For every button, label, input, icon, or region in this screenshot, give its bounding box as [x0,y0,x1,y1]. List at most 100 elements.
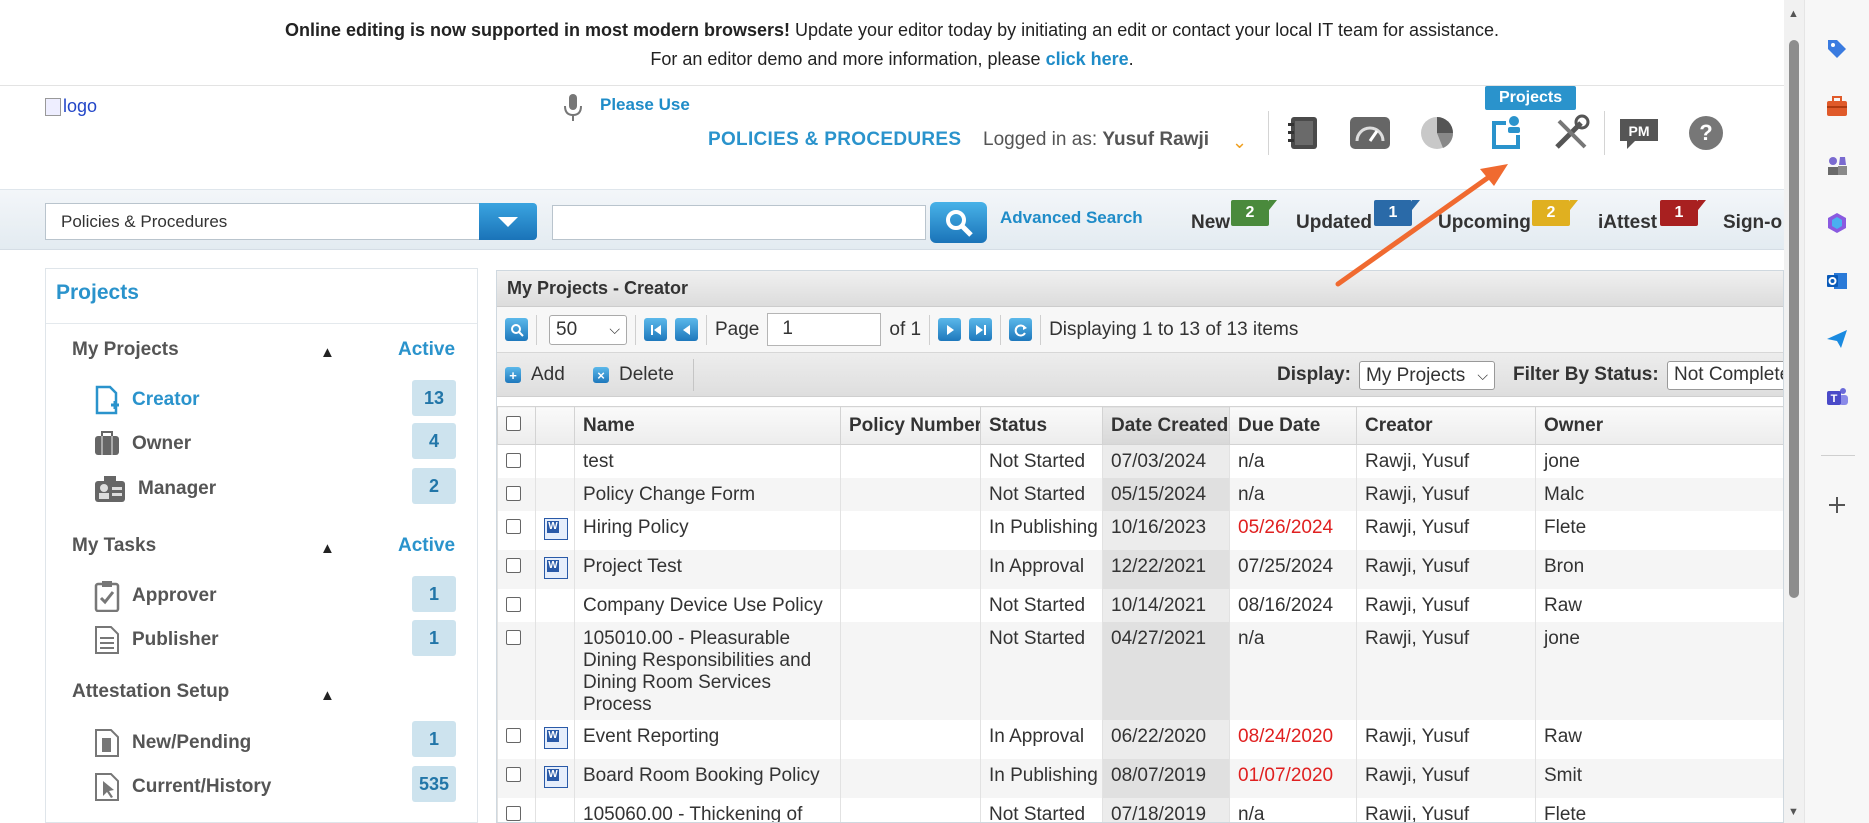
grid-search-button[interactable] [505,318,528,341]
table-row[interactable]: Policy Change Form Not Started 05/15/2024 n… [497,478,1783,511]
word-document-icon[interactable]: W [544,557,568,579]
row-checkbox[interactable] [506,486,521,501]
page-number-input[interactable]: 1 [767,313,882,346]
logo[interactable]: logo [45,96,97,117]
please-use-link[interactable]: Please Use [600,95,690,115]
row-status: Not Started [980,478,1103,511]
table-row[interactable]: 105010.00 - Pleasurable Dining Responsib… [497,622,1783,720]
column-header-status[interactable]: Status [980,406,1103,445]
word-document-icon[interactable]: W [544,727,568,749]
first-page-button[interactable] [644,318,667,341]
category-iattest[interactable]: 1 iAttest [1598,200,1706,234]
user-menu-chevron-icon[interactable]: ⌄ [1232,132,1247,153]
row-name[interactable]: 105060.00 - Thickening of Fluids [574,798,841,822]
collapse-triangle-icon[interactable]: ▲ [320,687,335,704]
sidebar-item-publisher[interactable]: Publisher [94,622,219,658]
pm-chat-icon[interactable]: PM [1605,108,1672,158]
word-document-icon[interactable]: W [544,766,568,788]
row-checkbox[interactable] [506,728,521,743]
sidebar-item-manager[interactable]: Manager [94,471,216,507]
next-page-button[interactable] [938,318,962,341]
row-checkbox[interactable] [506,630,521,645]
table-row[interactable]: W Event Reporting In Approval 06/22/2020 08/… [497,720,1783,759]
row-checkbox[interactable] [506,519,521,534]
page-scrollbar[interactable]: ▲ ▼ [1784,0,1804,823]
row-name[interactable]: Hiring Policy [574,511,841,550]
category-sign-off[interactable]: Sign-o [1723,212,1784,234]
click-here-link[interactable]: click here [1046,49,1129,69]
scroll-down-icon[interactable]: ▼ [1788,806,1799,818]
table-row[interactable]: W Hiring Policy In Publishing 10/16/2023 05/… [497,511,1783,550]
row-checkbox-cell[interactable] [497,720,536,759]
row-checkbox-cell[interactable] [497,622,536,720]
row-checkbox-cell[interactable] [497,589,536,622]
row-checkbox-cell[interactable] [497,759,536,798]
select-all-checkbox-cell[interactable] [497,406,536,445]
table-row[interactable]: Company Device Use Policy Not Started 10/1… [497,589,1783,622]
scroll-up-icon[interactable]: ▲ [1788,8,1799,20]
row-checkbox[interactable] [506,806,521,821]
table-row[interactable]: W Project Test In Approval 12/22/2021 07/25/… [497,550,1783,589]
search-scope-select[interactable]: Policies & Procedures [45,203,481,240]
plus-icon[interactable] [1822,490,1852,520]
row-name[interactable]: Company Device Use Policy [574,589,841,622]
chess-icon[interactable] [1822,150,1852,180]
search-button[interactable] [930,202,987,243]
scrollbar-thumb[interactable] [1789,40,1799,598]
sidebar-item-current-history[interactable]: Current/History [94,769,271,805]
help-icon[interactable]: ? [1672,108,1739,158]
row-checkbox[interactable] [506,767,521,782]
row-checkbox[interactable] [506,597,521,612]
microphone-icon[interactable] [562,92,584,124]
column-header-policy-number[interactable]: Policy Number [840,406,981,445]
tag-icon[interactable] [1822,34,1852,64]
filter-status-select[interactable]: Not Complete [1667,361,1783,390]
delete-button[interactable]: × Delete [593,364,674,386]
row-name[interactable]: Event Reporting [574,720,841,759]
send-icon[interactable] [1822,324,1852,354]
scope-dropdown-button[interactable] [479,203,537,240]
column-header-name[interactable]: Name [574,406,841,445]
prev-page-button[interactable] [675,318,698,341]
row-name[interactable]: Policy Change Form [574,478,841,511]
sidebar-item-approver[interactable]: Approver [94,578,216,614]
row-checkbox-cell[interactable] [497,550,536,589]
display-select[interactable]: My Projects ⌵ [1359,361,1495,390]
column-header-owner[interactable]: Owner [1535,406,1783,445]
last-page-button[interactable] [969,318,993,341]
column-header-creator[interactable]: Creator [1356,406,1536,445]
row-checkbox-cell[interactable] [497,798,536,822]
search-input[interactable] [552,205,926,240]
tools-icon[interactable] [1537,108,1604,158]
outlook-icon[interactable] [1822,266,1852,296]
row-name[interactable]: test [574,444,841,478]
column-header-due-date[interactable]: Due Date [1229,406,1357,445]
copilot-icon[interactable] [1822,208,1852,238]
sidebar-item-new-pending[interactable]: New/Pending [94,725,251,761]
row-name[interactable]: Board Room Booking Policy [574,759,841,798]
page-size-select[interactable]: 50 ⌵ [549,314,627,345]
table-row[interactable]: test Not Started 07/03/2024 n/a Rawji, Yusuf… [497,444,1783,478]
row-checkbox[interactable] [506,453,521,468]
row-checkbox[interactable] [506,558,521,573]
refresh-button[interactable] [1009,318,1033,341]
row-name[interactable]: 105010.00 - Pleasurable Dining Responsib… [574,622,841,720]
sidebar-item-owner[interactable]: Owner [94,426,191,462]
row-checkbox-cell[interactable] [497,444,536,478]
collapse-triangle-icon[interactable]: ▲ [320,540,335,557]
sidebar-item-creator[interactable]: Creator [94,382,200,418]
column-header-date-created[interactable]: Date Created [1102,406,1230,445]
briefcase-icon[interactable] [1822,92,1852,122]
table-row[interactable]: 105060.00 - Thickening of Fluids Not Star… [497,798,1783,822]
collapse-triangle-icon[interactable]: ▲ [320,344,335,361]
teams-icon[interactable]: T [1822,382,1852,412]
row-checkbox-cell[interactable] [497,478,536,511]
row-name[interactable]: Project Test [574,550,841,589]
table-row[interactable]: W Board Room Booking Policy In Publishing 0… [497,759,1783,798]
add-button[interactable]: + Add [505,364,565,386]
category-new[interactable]: 2 New [1191,200,1277,234]
word-document-icon[interactable]: W [544,518,568,540]
advanced-search-link[interactable]: Advanced Search [1000,208,1143,228]
row-checkbox-cell[interactable] [497,511,536,550]
select-all-checkbox[interactable] [506,416,521,431]
